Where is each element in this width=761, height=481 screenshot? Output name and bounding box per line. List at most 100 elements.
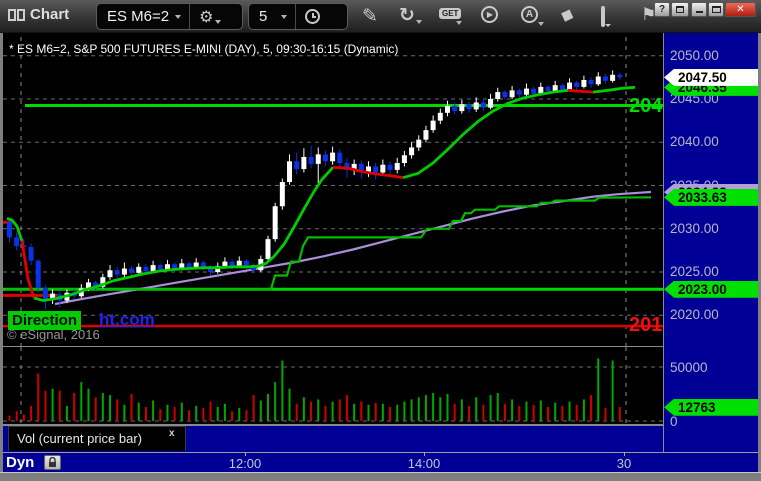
- auto-dropdown-caret[interactable]: [538, 22, 544, 26]
- candle: [330, 146, 336, 165]
- price-axis[interactable]: 2050.002045.002040.002035.002030.002025.…: [663, 33, 758, 452]
- volume-bar: [216, 406, 219, 421]
- volume-bar: [223, 403, 226, 421]
- tab-volume-study[interactable]: Vol (current price bar) x: [8, 426, 186, 451]
- pencil-icon[interactable]: ✎: [362, 5, 378, 28]
- refresh-dropdown-caret[interactable]: [416, 20, 422, 24]
- volume-chart: [3, 347, 663, 424]
- help-button[interactable]: ?: [654, 2, 670, 17]
- time-template-icon[interactable]: [305, 9, 321, 24]
- candle: [279, 178, 285, 210]
- current-price-bubble: 2047.50: [664, 68, 758, 86]
- candle: [516, 88, 522, 99]
- maximize-button[interactable]: [708, 2, 724, 17]
- volume-bar: [8, 415, 11, 421]
- play-icon[interactable]: ▶: [481, 6, 498, 23]
- candle: [272, 202, 278, 242]
- main-chart-pane[interactable]: * ES M6=2, S&P 500 FUTURES E-MINI (DAY),…: [3, 33, 663, 346]
- volume-bar: [590, 395, 593, 421]
- close-tab-icon[interactable]: x: [169, 428, 175, 439]
- volume-bar: [245, 410, 248, 421]
- time-axis-label: 14:00: [407, 456, 441, 471]
- titlebar[interactable]: Chart ES M6=2 ⚙ 5 ✎ ↻ GET ▶ A ◆ ⚑ ? ✕: [0, 0, 761, 33]
- volume-bar: [159, 409, 162, 421]
- candle: [394, 157, 400, 174]
- volume-bar: [374, 402, 377, 421]
- candle: [14, 232, 20, 251]
- volume-bar: [547, 406, 549, 421]
- candle: [437, 108, 443, 125]
- candle: [42, 284, 48, 310]
- volume-bar: [532, 404, 535, 421]
- gear-dropdown-caret[interactable]: [215, 19, 222, 24]
- close-button[interactable]: ✕: [725, 2, 756, 17]
- volume-bar: [310, 401, 313, 421]
- volume-bar: [338, 399, 341, 421]
- volume-bar: [439, 397, 442, 421]
- volume-bar: [568, 401, 571, 421]
- fast-ma-line: [592, 85, 636, 94]
- candle: [322, 150, 328, 167]
- volume-bar: [331, 401, 334, 421]
- purple-ma-line: [54, 190, 652, 306]
- volume-bar: [295, 403, 298, 421]
- volume-bar: [468, 405, 471, 421]
- volume-bar: [482, 404, 485, 421]
- volume-bar: [288, 388, 291, 421]
- candle: [366, 161, 371, 177]
- fast-ma-line: [567, 88, 594, 94]
- volume-bar: [353, 403, 356, 421]
- get-dropdown-caret[interactable]: [456, 21, 462, 25]
- volume-bar: [259, 400, 262, 421]
- volume-bar: [475, 397, 478, 421]
- volume-bar: [109, 395, 112, 421]
- auto-icon[interactable]: A: [521, 6, 538, 23]
- volume-bar: [15, 411, 18, 421]
- candle: [488, 93, 494, 110]
- volume-bar: [231, 411, 234, 421]
- candle: [35, 259, 41, 293]
- chat-icon[interactable]: [601, 6, 605, 27]
- candle: [337, 149, 343, 168]
- symbol-group: ES M6=2 ⚙: [96, 3, 243, 30]
- candle: [610, 70, 616, 83]
- symbol-dropdown-caret[interactable]: [175, 14, 182, 19]
- volume-bar: [403, 401, 406, 421]
- get-data-icon[interactable]: GET: [439, 8, 462, 19]
- interval-dropdown-caret[interactable]: [281, 14, 288, 19]
- restore-button[interactable]: [671, 2, 689, 17]
- volume-pane[interactable]: [3, 347, 663, 424]
- volume-bar: [37, 373, 40, 421]
- gear-icon[interactable]: ⚙: [190, 7, 215, 27]
- watermark-link[interactable]: ht.com: [99, 310, 155, 330]
- volume-bar: [367, 404, 370, 421]
- candle: [251, 263, 257, 273]
- red-line-price-label: 201: [629, 314, 663, 337]
- lock-icon[interactable]: [44, 455, 61, 470]
- volume-bar: [65, 405, 68, 421]
- volume-bar: [496, 392, 499, 421]
- candle: [265, 235, 271, 261]
- volume-bar: [417, 397, 420, 421]
- volume-bar: [266, 394, 269, 421]
- time-axis[interactable]: Dyn 12:00 14:00 30: [3, 452, 758, 472]
- candle: [588, 77, 594, 88]
- interval-selector[interactable]: 5: [249, 8, 281, 25]
- candle: [294, 152, 300, 175]
- refresh-icon[interactable]: ↻: [399, 4, 415, 27]
- candle: [430, 115, 436, 133]
- minimize-button[interactable]: [691, 2, 707, 17]
- send-icon[interactable]: ◆: [558, 3, 577, 26]
- volume-bar: [195, 405, 198, 421]
- volume-bar: [389, 406, 392, 421]
- time-axis-label: 30: [616, 456, 632, 471]
- candle: [495, 87, 501, 102]
- candle: [523, 83, 529, 98]
- volume-bar: [381, 403, 384, 421]
- volume-bar: [345, 395, 348, 421]
- price-chart: [3, 37, 663, 346]
- volume-bar: [44, 390, 47, 421]
- candle: [373, 163, 379, 180]
- indicator-tab-row: Vol (current price bar) x: [3, 426, 663, 452]
- symbol-selector[interactable]: ES M6=2: [97, 8, 175, 25]
